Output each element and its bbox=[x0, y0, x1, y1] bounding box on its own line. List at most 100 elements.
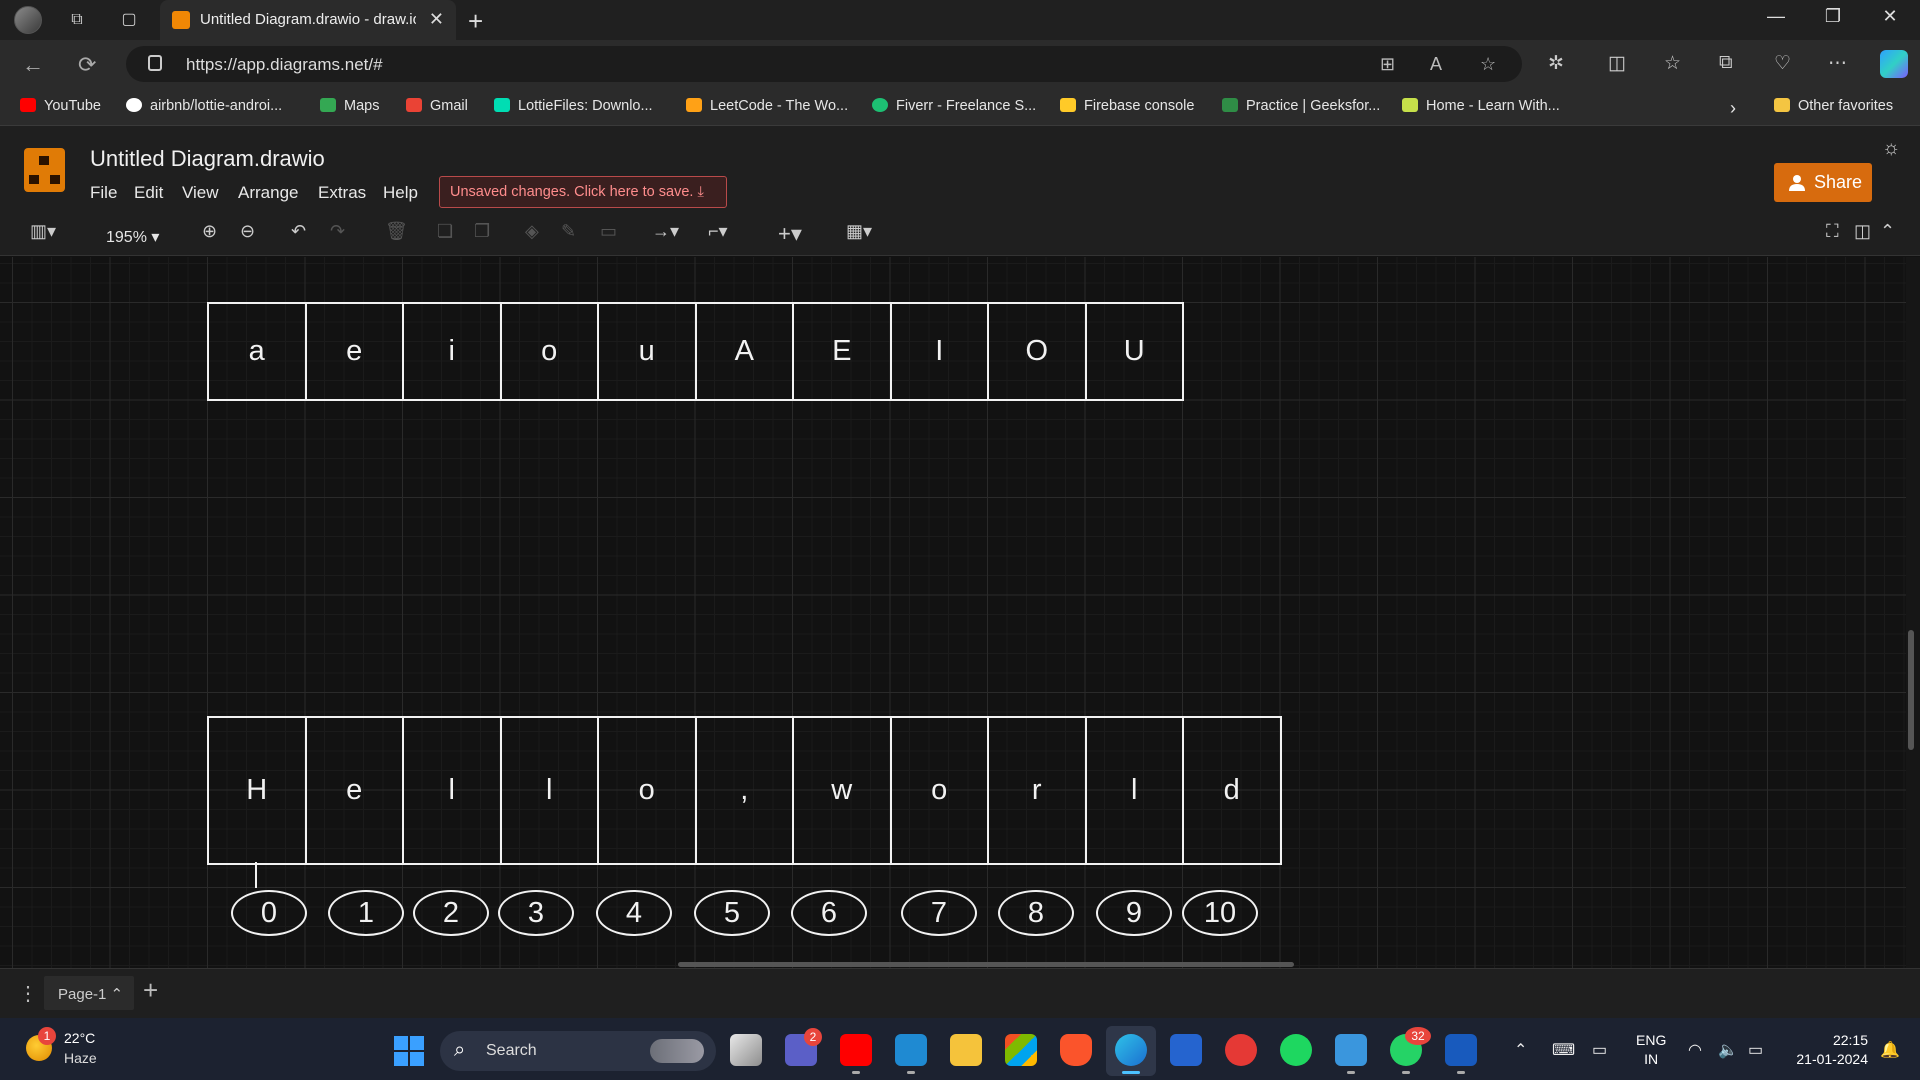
read-aloud-icon[interactable]: A bbox=[1430, 54, 1442, 75]
vowel-cell[interactable]: e bbox=[304, 302, 404, 401]
table-icon[interactable]: ▦▾ bbox=[846, 221, 872, 242]
todo-icon[interactable] bbox=[1170, 1034, 1202, 1066]
spotify-icon[interactable] bbox=[1280, 1034, 1312, 1066]
format-panel-icon[interactable]: ▥▾ bbox=[30, 221, 56, 242]
index-ellipse[interactable]: 8 bbox=[998, 890, 1074, 936]
redo-icon[interactable]: ↷ bbox=[330, 221, 345, 242]
edge-icon[interactable] bbox=[1115, 1034, 1147, 1066]
vowel-cell[interactable]: U bbox=[1084, 302, 1184, 401]
index-ellipse[interactable]: 9 bbox=[1096, 890, 1172, 936]
undo-icon[interactable]: ↶ bbox=[291, 221, 306, 242]
vowel-cell[interactable]: E bbox=[792, 302, 892, 401]
start-button[interactable] bbox=[394, 1036, 424, 1066]
shadow-icon[interactable]: ▭ bbox=[600, 221, 617, 242]
fav-lottiefiles[interactable]: LottieFiles: Downlo... bbox=[494, 98, 653, 114]
fav-geeksforgeeks[interactable]: Practice | Geeksfor... bbox=[1222, 98, 1380, 114]
vowel-cell[interactable]: A bbox=[694, 302, 794, 401]
collections-icon[interactable]: ⧉ bbox=[1719, 52, 1733, 74]
profile-avatar[interactable] bbox=[14, 6, 42, 34]
more-options-icon[interactable]: ⋯ bbox=[1828, 52, 1847, 75]
char-cell[interactable]: l bbox=[402, 716, 502, 865]
store-icon[interactable] bbox=[1005, 1034, 1037, 1066]
back-icon[interactable]: ← bbox=[22, 52, 44, 78]
youtube-app-icon[interactable] bbox=[840, 1034, 872, 1066]
char-cell[interactable]: e bbox=[304, 716, 404, 865]
keyboard-icon[interactable]: ⌨ bbox=[1552, 1040, 1575, 1060]
fav-gmail[interactable]: Gmail bbox=[406, 98, 468, 114]
new-tab-icon[interactable]: + bbox=[468, 6, 483, 37]
fav-maps[interactable]: Maps bbox=[320, 98, 379, 114]
index-ellipse[interactable]: 6 bbox=[791, 890, 867, 936]
chevron-right-icon[interactable]: › bbox=[1730, 98, 1736, 119]
char-cell[interactable]: H bbox=[207, 716, 307, 865]
fav-other-favorites[interactable]: Other favorites bbox=[1774, 98, 1893, 114]
char-cell[interactable]: o bbox=[597, 716, 697, 865]
index-ellipse[interactable]: 3 bbox=[498, 890, 574, 936]
task-view-icon[interactable] bbox=[730, 1034, 762, 1066]
menu-help[interactable]: Help bbox=[383, 183, 418, 203]
fav-firebase[interactable]: Firebase console bbox=[1060, 98, 1194, 114]
menu-edit[interactable]: Edit bbox=[134, 183, 163, 203]
split-screen-icon[interactable]: ◫ bbox=[1608, 52, 1626, 75]
vowel-cell[interactable]: a bbox=[207, 302, 307, 401]
language-indicator[interactable]: ENG IN bbox=[1636, 1031, 1666, 1069]
index-ellipse[interactable]: 2 bbox=[413, 890, 489, 936]
menu-extras[interactable]: Extras bbox=[318, 183, 366, 203]
tab-active[interactable]: Untitled Diagram.drawio - draw.io ✕ bbox=[160, 0, 456, 40]
favorite-star-icon[interactable]: ☆ bbox=[1480, 54, 1496, 75]
copilot-icon[interactable] bbox=[1880, 50, 1908, 78]
fav-leetcode[interactable]: LeetCode - The Wo... bbox=[686, 98, 848, 114]
document-title[interactable]: Untitled Diagram.drawio bbox=[90, 146, 325, 172]
to-back-icon[interactable]: ❐ bbox=[474, 221, 490, 242]
clock[interactable]: 22:15 21-01-2024 bbox=[1786, 1031, 1868, 1069]
fav-fiverr[interactable]: Fiverr - Freelance S... bbox=[872, 98, 1036, 114]
char-cell[interactable]: w bbox=[792, 716, 892, 865]
zoom-out-icon[interactable]: ⊖ bbox=[240, 221, 255, 242]
char-cell[interactable]: , bbox=[694, 716, 794, 865]
fav-learn-with[interactable]: Home - Learn With... bbox=[1402, 98, 1560, 114]
vowel-cell[interactable]: I bbox=[889, 302, 989, 401]
theme-toggle-icon[interactable]: ☼ bbox=[1882, 137, 1900, 160]
vowel-cell[interactable]: i bbox=[402, 302, 502, 401]
menu-arrange[interactable]: Arrange bbox=[238, 183, 298, 203]
weather-condition[interactable]: Haze bbox=[64, 1050, 97, 1066]
line-color-icon[interactable]: ✎ bbox=[561, 221, 576, 242]
insert-icon[interactable]: +▾ bbox=[778, 221, 802, 247]
minimize-icon[interactable]: — bbox=[1756, 6, 1796, 27]
address-bar[interactable]: https://app.diagrams.net/# ⊞ A ☆ bbox=[126, 46, 1522, 82]
file-explorer-icon[interactable] bbox=[950, 1034, 982, 1066]
touchpad-icon[interactable]: ▭ bbox=[1592, 1040, 1607, 1060]
fill-color-icon[interactable]: ◈ bbox=[525, 221, 539, 242]
brave-icon[interactable] bbox=[1060, 1034, 1092, 1066]
workspaces-icon[interactable]: ⧉ bbox=[67, 10, 87, 30]
vowel-cell[interactable]: O bbox=[987, 302, 1087, 401]
horizontal-scrollbar[interactable] bbox=[678, 962, 1294, 967]
favorites-icon[interactable]: ☆ bbox=[1664, 52, 1681, 75]
temperature[interactable]: 22°C bbox=[64, 1030, 95, 1046]
share-button[interactable]: Share bbox=[1774, 163, 1872, 202]
menu-view[interactable]: View bbox=[182, 183, 219, 203]
waypoints-icon[interactable]: ⌐▾ bbox=[708, 221, 728, 242]
char-cell[interactable]: r bbox=[987, 716, 1087, 865]
close-window-icon[interactable]: ✕ bbox=[1870, 6, 1910, 27]
connection-icon[interactable]: →▾ bbox=[652, 221, 679, 242]
battery-icon[interactable]: ▭ bbox=[1748, 1040, 1763, 1060]
zoom-in-icon[interactable]: ⊕ bbox=[202, 221, 217, 242]
index-ellipse[interactable]: 5 bbox=[694, 890, 770, 936]
zoom-level[interactable]: 195% ▾ bbox=[106, 227, 159, 247]
wifi-icon[interactable]: ◠ bbox=[1688, 1040, 1702, 1060]
index-ellipse[interactable]: 1 bbox=[328, 890, 404, 936]
lock-icon[interactable] bbox=[148, 55, 162, 71]
restore-icon[interactable]: ❐ bbox=[1813, 6, 1853, 27]
collapse-icon[interactable]: ⌃ bbox=[1880, 221, 1895, 242]
vertical-scrollbar[interactable] bbox=[1908, 630, 1914, 750]
word-icon[interactable] bbox=[1445, 1034, 1477, 1066]
page-tab[interactable]: Page-1 ⌃ bbox=[44, 976, 134, 1010]
extensions-icon[interactable]: ✲ bbox=[1548, 52, 1564, 75]
fullscreen-icon[interactable]: ⛶ bbox=[1826, 221, 1839, 242]
volume-icon[interactable]: 🔈 bbox=[1718, 1040, 1738, 1060]
pages-menu-icon[interactable]: ⋮ bbox=[18, 981, 38, 1006]
connector-line[interactable] bbox=[255, 862, 257, 888]
tab-actions-icon[interactable]: ▢ bbox=[119, 10, 139, 30]
show-hidden-icons-icon[interactable]: ⌃ bbox=[1514, 1040, 1527, 1060]
